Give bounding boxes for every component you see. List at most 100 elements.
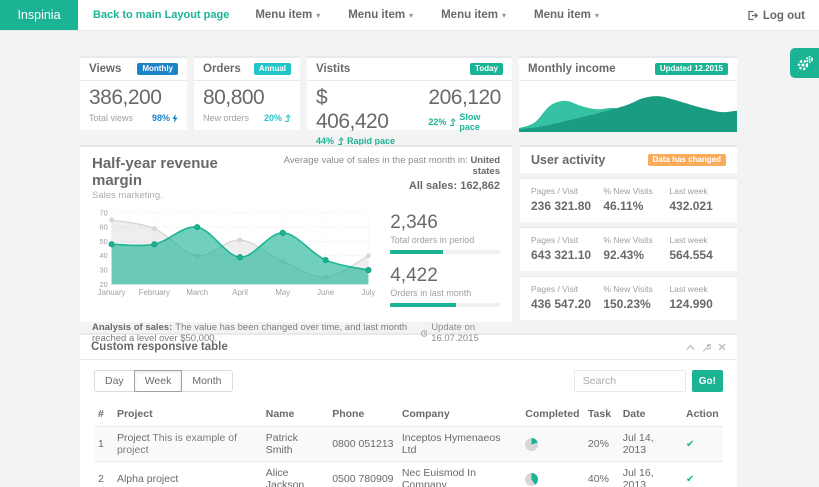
logout-label: Log out [763, 10, 805, 22]
menu-item-3[interactable]: Menu item▾ [427, 0, 520, 30]
col-task: Task [584, 402, 619, 427]
views-value: 386,200 [89, 86, 178, 110]
wrench-icon[interactable] [702, 343, 711, 352]
period-button-group: Day Week Month [94, 370, 233, 392]
views-card-title: Views [89, 63, 121, 75]
cell-name: Alice Jackson [262, 462, 328, 487]
cell-company: Inceptos Hymenaeos Ltd [398, 427, 521, 462]
new-visits-label: % New Visits [603, 284, 669, 294]
new-visits-value: 46.11% [603, 199, 669, 213]
orders-card: Orders Annual 80,800 New orders 20% [194, 56, 300, 130]
data-point [366, 254, 370, 258]
gears-icon [795, 53, 815, 73]
user-activity-card: User activity Data has changed Pages / V… [520, 145, 737, 322]
menu-item-1[interactable]: Menu item▾ [241, 0, 334, 30]
visits-change-2-label: Slow pace [459, 112, 503, 132]
revenue-average-line: Average value of sales in the past month… [264, 155, 500, 177]
monthly-badge: Monthly [137, 63, 178, 75]
cell-phone: 0800 051213 [328, 427, 398, 462]
visits-value-2: 206,120 [428, 86, 503, 110]
check-icon[interactable]: ✔ [686, 439, 694, 450]
cell-name: Patrick Smith [262, 427, 328, 462]
cell-project: Project This is example of project [113, 427, 262, 462]
menu-item-4[interactable]: Menu item▾ [520, 0, 613, 30]
col-num: # [94, 402, 113, 427]
theme-settings-button[interactable] [790, 48, 819, 78]
orders-period-label: Total orders in period [390, 235, 500, 245]
data-point [366, 267, 371, 272]
avg-value: United states [470, 155, 500, 177]
back-to-layout-link[interactable]: Back to main Layout page [93, 0, 229, 30]
col-phone: Phone [328, 402, 398, 427]
cell-num: 1 [94, 427, 113, 462]
brand-logo[interactable]: Inspinia [0, 0, 78, 30]
last-week-value: 564.554 [669, 248, 726, 262]
new-visits-value: 92.43% [603, 248, 669, 262]
visits-change-2-value: 22% [428, 117, 446, 127]
orders-card-title: Orders [203, 63, 241, 75]
col-company: Company [398, 402, 521, 427]
data-point [323, 257, 328, 262]
level-up-icon [284, 114, 291, 122]
cell-phone: 0500 780909 [328, 462, 398, 487]
collapse-icon[interactable] [686, 344, 695, 351]
search-input[interactable] [574, 370, 686, 392]
revenue-subtitle: Sales marketing. [92, 190, 264, 201]
chevron-down-icon: ▾ [595, 11, 599, 20]
update-info: Update on 16.07.2015 [421, 322, 500, 344]
logout-button[interactable]: Log out [747, 0, 805, 31]
bolt-icon [172, 114, 178, 123]
last-week-label: Last week [669, 186, 726, 196]
level-up-icon [449, 118, 456, 126]
cell-completed [521, 462, 584, 487]
month-button[interactable]: Month [181, 370, 232, 392]
y-tick-label: 40 [100, 251, 108, 260]
x-axis-label: May [275, 288, 290, 297]
x-axis-label: July [361, 288, 375, 297]
x-axis-label: February [139, 288, 170, 297]
revenue-margin-chart: 203040506070JanuaryFebruaryMarchAprilMay… [92, 207, 376, 299]
day-button[interactable]: Day [94, 370, 135, 392]
updated-badge: Updated 12.2015 [655, 63, 728, 75]
cell-completed [521, 427, 584, 462]
cell-task: 20% [584, 427, 619, 462]
last-week-value: 124.990 [669, 297, 726, 311]
menu-item-label: Menu item [255, 9, 312, 21]
views-card: Views Monthly 386,200 Total views 98% [80, 56, 187, 130]
x-axis-label: June [317, 288, 334, 297]
data-point [110, 218, 114, 222]
menu-item-label: Menu item [348, 9, 405, 21]
orders-label: New orders [203, 113, 249, 123]
week-button[interactable]: Week [134, 370, 183, 392]
pages-visit-value: 236 321.80 [531, 199, 603, 213]
orders-value: 80,800 [203, 86, 291, 110]
data-point [280, 230, 285, 235]
data-changed-badge: Data has changed [648, 154, 726, 166]
analysis-label: Analysis of sales: [92, 322, 172, 333]
col-project: Project [113, 402, 262, 427]
x-axis-label: April [232, 288, 248, 297]
views-change: 98% [152, 113, 178, 123]
new-visits-label: % New Visits [603, 186, 669, 196]
cell-date: Jul 16, 2013 [619, 462, 682, 487]
y-tick-label: 70 [100, 208, 108, 217]
orders-month-progress [390, 303, 500, 307]
close-icon[interactable] [718, 343, 726, 351]
col-completed: Completed [521, 402, 584, 427]
go-button[interactable]: Go! [692, 370, 723, 392]
check-icon[interactable]: ✔ [686, 474, 694, 485]
data-point [238, 238, 242, 242]
orders-change: 20% [264, 113, 291, 123]
table-row: 1 Project This is example of project Pat… [94, 427, 723, 462]
update-date: Update on 16.07.2015 [431, 322, 500, 344]
activity-row: Pages / Visit643 321.10 % New Visits92.4… [520, 227, 737, 271]
menu-item-2[interactable]: Menu item▾ [334, 0, 427, 30]
visits-col-2: 206,120 22% Slow pace [428, 86, 503, 146]
revenue-title: Half-year revenue margin [92, 155, 264, 189]
table-row: 2 Alpha project Alice Jackson 0500 78090… [94, 462, 723, 487]
chevron-down-icon: ▾ [502, 11, 506, 20]
top-navbar: Inspinia Back to main Layout page Menu i… [0, 0, 819, 31]
col-date: Date [619, 402, 682, 427]
last-week-label: Last week [669, 235, 726, 245]
income-card-title: Monthly income [528, 63, 616, 75]
